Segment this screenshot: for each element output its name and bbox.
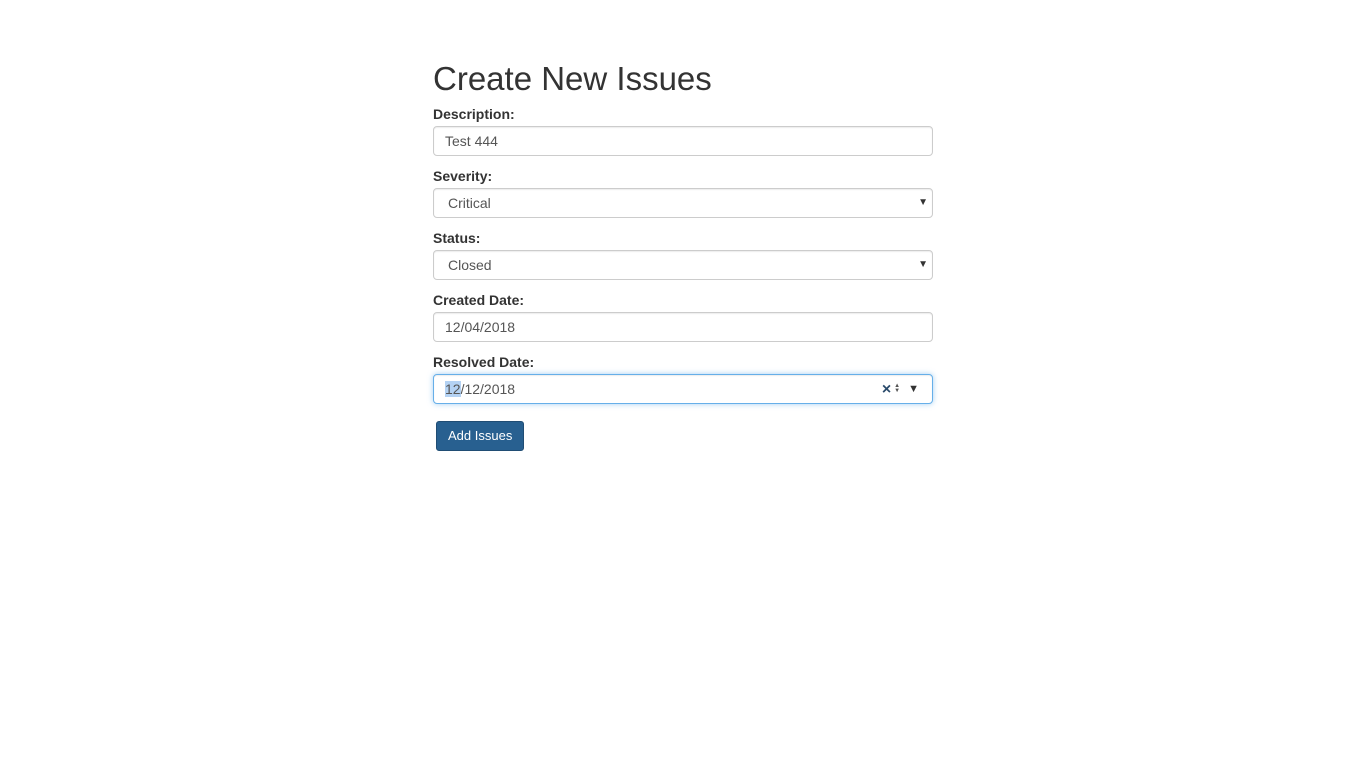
severity-value: Critical (448, 195, 491, 211)
severity-select[interactable]: Critical ▼ (433, 188, 933, 218)
close-icon[interactable]: × (882, 374, 891, 404)
status-select[interactable]: Closed ▼ (433, 250, 933, 280)
chevron-down-icon: ▼ (918, 259, 928, 270)
severity-label: Severity: (433, 168, 493, 184)
spinner-down-icon[interactable]: ▼ (894, 388, 900, 394)
description-label: Description: (433, 106, 515, 122)
date-controls: × ▲ ▼ ▼ (882, 375, 919, 403)
created-date-value: 12/04/2018 (445, 319, 516, 335)
resolved-date-label: Resolved Date: (433, 354, 535, 370)
description-value: Test 444 (445, 133, 498, 149)
calendar-dropdown-icon[interactable]: ▼ (908, 383, 919, 395)
description-input[interactable]: Test 444 (433, 126, 933, 156)
resolved-date-value: 12/12/2018 (445, 375, 515, 403)
created-date-input[interactable]: 12/04/2018 (433, 312, 933, 342)
resolved-date-rest: /12/2018 (460, 381, 516, 397)
page-title: Create New Issues (433, 60, 712, 97)
resolved-date-input[interactable]: 12/12/2018 × ▲ ▼ ▼ (433, 374, 933, 404)
add-issues-button[interactable]: Add Issues (436, 421, 525, 451)
created-date-label: Created Date: (433, 292, 525, 308)
resolved-date-selected-segment[interactable]: 12 (445, 381, 461, 397)
spinner-control[interactable]: ▲ ▼ (894, 383, 900, 394)
status-value: Closed (448, 257, 492, 273)
create-issue-form: Create New Issues Description: Test 444 … (433, 58, 933, 451)
status-label: Status: (433, 230, 481, 246)
chevron-down-icon: ▼ (918, 197, 928, 208)
